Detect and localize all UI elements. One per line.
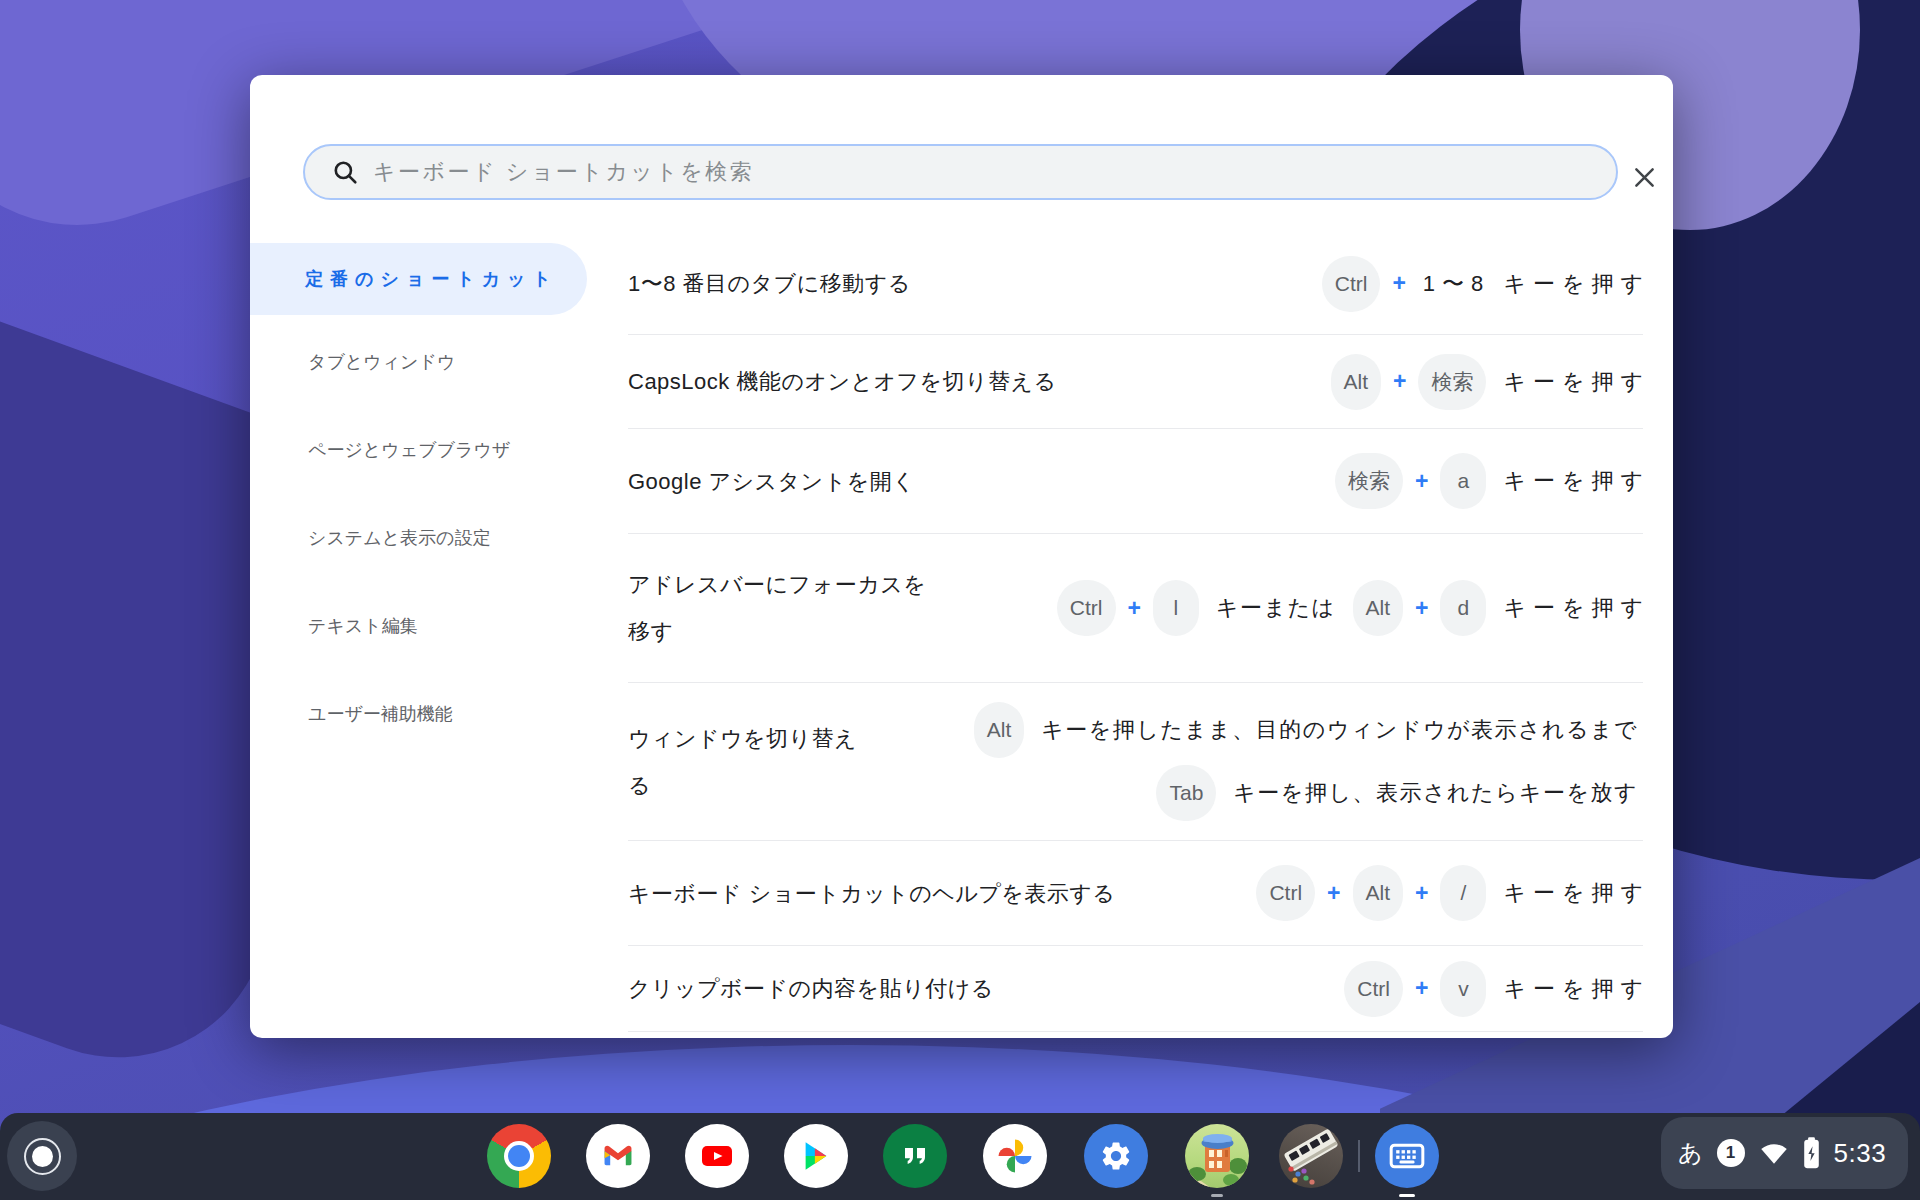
key-instruction: キーを押す (1503, 466, 1650, 496)
sidebar-item-label: ページとウェブブラウザ (308, 438, 510, 462)
shortcut-keys: Ctrl+lキーまたはAlt+dキーを押す (1057, 577, 1643, 640)
play-store-app-icon[interactable] (784, 1124, 848, 1188)
bus-game-app-icon[interactable] (1279, 1124, 1343, 1188)
key-instruction: キーまたは (1216, 593, 1336, 623)
sidebar: 定番のショートカットタブとウィンドウページとウェブブラウザシステムと表示の設定テ… (250, 243, 587, 750)
key-instruction: キーを押す (1503, 367, 1650, 397)
sidebar-item-2[interactable]: ページとウェブブラウザ (250, 414, 587, 486)
key-instruction: キーを押したまま、目的のウィンドウが表示されるまで (1041, 715, 1638, 745)
shelf-separator (1358, 1140, 1360, 1172)
shortcut-action: クリップボードの内容を貼り付ける (628, 965, 994, 1012)
key-pill: 検索 (1335, 453, 1403, 509)
launcher-button[interactable] (7, 1121, 77, 1191)
search-icon (332, 159, 358, 185)
search-input[interactable] (373, 159, 1616, 185)
close-button[interactable] (1622, 155, 1666, 199)
key-pill: v (1440, 961, 1486, 1017)
key-pill: Alt (1353, 865, 1404, 921)
sidebar-item-label: タブとウィンドウ (308, 350, 455, 374)
shortcut-keys: 検索+aキーを押す (1335, 450, 1643, 513)
virtual-keyboard-app-icon[interactable] (1375, 1124, 1439, 1188)
key-pill: l (1153, 580, 1199, 636)
plus-separator: + (1415, 595, 1428, 622)
plus-separator: + (1327, 880, 1340, 907)
key-pill: Alt (974, 702, 1025, 758)
shortcut-row: アドレスバーにフォーカスを移すCtrl+lキーまたはAlt+dキーを押す (628, 534, 1643, 683)
launcher-icon (24, 1138, 61, 1175)
ime-indicator: あ (1678, 1137, 1703, 1169)
shortcut-row: Google アシスタントを開く検索+aキーを押す (628, 429, 1643, 534)
keyboard-shortcuts-dialog: 定番のショートカットタブとウィンドウページとウェブブラウザシステムと表示の設定テ… (250, 75, 1673, 1038)
sidebar-item-5[interactable]: ユーザー補助機能 (250, 678, 587, 750)
search-bar[interactable] (303, 144, 1618, 200)
key-pill: d (1440, 580, 1486, 636)
sidebar-item-label: ユーザー補助機能 (308, 702, 453, 726)
key-pill: Ctrl (1344, 961, 1403, 1017)
township-app-icon[interactable] (1185, 1124, 1249, 1188)
key-pill: 検索 (1418, 354, 1486, 410)
key-pill: Ctrl (1322, 256, 1381, 312)
key-instruction: キーを押し、表示されたらキーを放す (1233, 778, 1638, 808)
sidebar-item-4[interactable]: テキスト編集 (250, 590, 587, 662)
shelf: あ 1 5:33 (0, 1113, 1920, 1200)
sidebar-item-1[interactable]: タブとウィンドウ (250, 326, 587, 398)
google-photos-app-icon[interactable] (983, 1124, 1047, 1188)
shortcut-keys: Ctrl+1〜8 キーを押す (1322, 252, 1643, 315)
chrome-app-icon[interactable] (487, 1124, 551, 1188)
gmail-app-icon[interactable] (586, 1124, 650, 1188)
close-icon (1633, 166, 1656, 189)
running-app-indicator (1211, 1194, 1223, 1197)
key-instruction: キーを押す (1503, 593, 1650, 623)
key-instruction: キーを押す (1503, 878, 1650, 908)
battery-icon (1803, 1137, 1820, 1169)
wifi-icon (1759, 1140, 1789, 1166)
plus-separator: + (1393, 368, 1406, 395)
shortcut-action: Google アシスタントを開く (628, 458, 915, 505)
shortcut-row: キーボード ショートカットのヘルプを表示するCtrl+Alt+/キーを押す (628, 841, 1643, 946)
sidebar-item-label: システムと表示の設定 (308, 526, 491, 550)
shortcut-row: ウィンドウを切り替える Alt キーを押したまま、目的のウィンドウが表示されるまで T… (628, 683, 1643, 841)
hangouts-app-icon[interactable] (883, 1124, 947, 1188)
key-pill: Alt (1353, 580, 1404, 636)
plus-separator: + (1392, 270, 1405, 297)
sidebar-item-3[interactable]: システムと表示の設定 (250, 502, 587, 574)
settings-app-icon[interactable] (1084, 1124, 1148, 1188)
shortcut-action: CapsLock 機能のオンとオフを切り替える (628, 358, 1057, 405)
notification-badge: 1 (1717, 1139, 1745, 1167)
sidebar-item-0[interactable]: 定番のショートカット (250, 243, 587, 315)
key-pill: a (1440, 453, 1486, 509)
shortcut-list: 1〜8 番目のタブに移動するCtrl+1〜8 キーを押すCapsLock 機能の… (628, 233, 1643, 1032)
shortcut-action: キーボード ショートカットのヘルプを表示する (628, 870, 1115, 917)
shortcut-action: 1〜8 番目のタブに移動する (628, 260, 911, 307)
plus-separator: + (1415, 975, 1428, 1002)
shortcut-keys: Ctrl+vキーを押す (1344, 957, 1643, 1020)
key-instruction: 1〜8 キーを押す (1423, 269, 1650, 299)
shortcut-keys: Ctrl+Alt+/キーを押す (1256, 862, 1643, 925)
status-tray[interactable]: あ 1 5:33 (1661, 1117, 1908, 1189)
youtube-app-icon[interactable] (685, 1124, 749, 1188)
shortcut-keys: Alt キーを押したまま、目的のウィンドウが表示されるまで Tab キーを押し、表示さ… (974, 699, 1643, 825)
shortcut-action: ウィンドウを切り替える (628, 715, 860, 809)
clock: 5:33 (1834, 1138, 1887, 1169)
key-pill: Alt (1331, 354, 1382, 410)
shortcut-keys: Alt+検索キーを押す (1331, 350, 1644, 413)
key-instruction: キーを押す (1503, 974, 1650, 1004)
key-pill: Tab (1156, 765, 1216, 821)
running-app-indicator (1399, 1194, 1415, 1197)
key-pill: / (1440, 865, 1486, 921)
shortcut-row: クリップボードの内容を貼り付けるCtrl+vキーを押す (628, 946, 1643, 1032)
key-pill: Ctrl (1057, 580, 1116, 636)
plus-separator: + (1128, 595, 1141, 622)
sidebar-item-label: テキスト編集 (308, 614, 418, 638)
shortcut-row: CapsLock 機能のオンとオフを切り替えるAlt+検索キーを押す (628, 335, 1643, 429)
key-pill: Ctrl (1256, 865, 1315, 921)
sidebar-item-label: 定番のショートカット (305, 267, 558, 291)
shortcut-action: アドレスバーにフォーカスを移す (628, 561, 928, 655)
plus-separator: + (1415, 880, 1428, 907)
plus-separator: + (1415, 468, 1428, 495)
shortcut-row: 1〜8 番目のタブに移動するCtrl+1〜8 キーを押す (628, 233, 1643, 335)
